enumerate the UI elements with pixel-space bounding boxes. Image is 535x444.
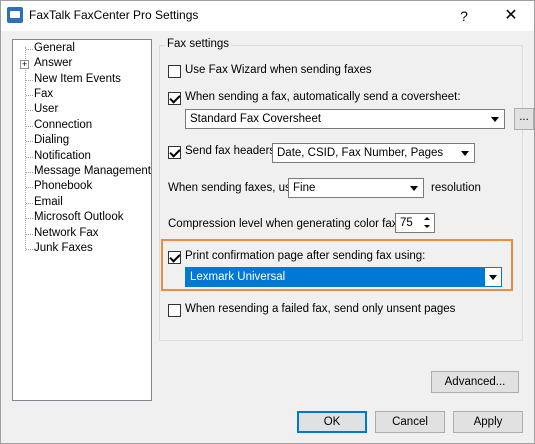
confirmation-printer-select[interactable]: Lexmark Universal (185, 267, 502, 287)
tree-branch (26, 249, 33, 250)
fax-settings-group-label: Fax settings (165, 38, 231, 50)
fax-headers-select-value: Date, CSID, Fax Number, Pages (277, 147, 444, 159)
nav-item-new-item-events[interactable]: New Item Events (34, 73, 121, 85)
tree-branch (26, 172, 33, 173)
ok-button[interactable]: OK (297, 411, 367, 433)
expand-plus-icon[interactable]: + (20, 60, 29, 69)
tree-branch (26, 110, 33, 111)
help-button[interactable]: ? (441, 1, 487, 31)
settings-nav-tree[interactable]: General + Answer New Item Events Fax Use… (12, 39, 152, 401)
chevron-down-icon (406, 179, 423, 197)
compression-level-spinner[interactable]: 75 (395, 213, 435, 233)
nav-item-email[interactable]: Email (34, 196, 63, 208)
print-confirmation-checkbox[interactable] (168, 251, 181, 264)
coversheet-select-value: Standard Fax Coversheet (190, 113, 322, 125)
resolution-select-value: Fine (293, 182, 316, 194)
send-fax-headers-checkbox[interactable] (168, 146, 181, 159)
resend-unsent-label[interactable]: When resending a failed fax, send only u… (185, 303, 455, 315)
nav-item-network-fax[interactable]: Network Fax (34, 227, 99, 239)
nav-item-general[interactable]: General (34, 42, 75, 54)
nav-item-connection[interactable]: Connection (34, 119, 92, 131)
resolution-select[interactable]: Fine (288, 178, 424, 198)
send-coversheet-label[interactable]: When sending a fax, automatically send a… (185, 91, 461, 103)
title-bar: FaxTalk FaxCenter Pro Settings ? ✕ (1, 1, 534, 31)
use-fax-wizard-checkbox[interactable] (168, 65, 181, 78)
print-confirmation-label[interactable]: Print confirmation page after sending fa… (185, 250, 425, 262)
tree-branch (26, 187, 33, 188)
tree-branch (26, 218, 33, 219)
spin-down-icon[interactable] (421, 223, 434, 232)
nav-item-junk-faxes[interactable]: Junk Faxes (34, 242, 93, 254)
chevron-down-icon (457, 144, 474, 162)
nav-item-microsoft-outlook[interactable]: Microsoft Outlook (34, 211, 123, 223)
nav-item-fax[interactable]: Fax (34, 88, 53, 100)
spin-up-icon[interactable] (421, 214, 434, 223)
resolution-suffix-label: resolution (431, 182, 481, 194)
coversheet-select[interactable]: Standard Fax Coversheet (185, 109, 505, 129)
compression-label: Compression level when generating color … (168, 218, 413, 230)
close-button[interactable]: ✕ (488, 1, 534, 31)
tree-branch (26, 157, 33, 158)
nav-item-notification[interactable]: Notification (34, 150, 91, 162)
tree-branch (26, 49, 33, 50)
browse-coversheet-button[interactable]: ... (514, 108, 534, 130)
tree-branch (26, 80, 33, 81)
tree-branch (26, 95, 33, 96)
advanced-button[interactable]: Advanced... (431, 371, 519, 393)
apply-button[interactable]: Apply (453, 411, 523, 433)
resolution-prefix-label: When sending faxes, use (168, 182, 298, 194)
confirmation-printer-value: Lexmark Universal (190, 271, 286, 283)
fax-headers-select[interactable]: Date, CSID, Fax Number, Pages (272, 143, 475, 163)
resend-unsent-checkbox[interactable] (168, 304, 181, 317)
window-title: FaxTalk FaxCenter Pro Settings (29, 8, 199, 22)
compression-level-value: 75 (400, 217, 413, 229)
cancel-button[interactable]: Cancel (375, 411, 445, 433)
nav-item-phonebook[interactable]: Phonebook (34, 180, 92, 192)
chevron-down-icon (484, 268, 501, 286)
nav-item-user[interactable]: User (34, 103, 58, 115)
send-coversheet-checkbox[interactable] (168, 92, 181, 105)
settings-dialog: FaxTalk FaxCenter Pro Settings ? ✕ Gener… (0, 0, 535, 444)
tree-branch (26, 234, 33, 235)
nav-item-message-management[interactable]: Message Management (34, 165, 151, 177)
nav-item-dialing[interactable]: Dialing (34, 134, 69, 146)
tree-branch (26, 141, 33, 142)
tree-branch (26, 203, 33, 204)
nav-item-answer[interactable]: Answer (34, 57, 72, 69)
use-fax-wizard-label[interactable]: Use Fax Wizard when sending faxes (185, 64, 372, 76)
tree-branch (26, 126, 33, 127)
tree-guide-line (25, 47, 26, 251)
send-fax-headers-label[interactable]: Send fax headers: (185, 145, 278, 157)
faxtalk-app-icon (7, 7, 23, 23)
chevron-down-icon (487, 110, 504, 128)
